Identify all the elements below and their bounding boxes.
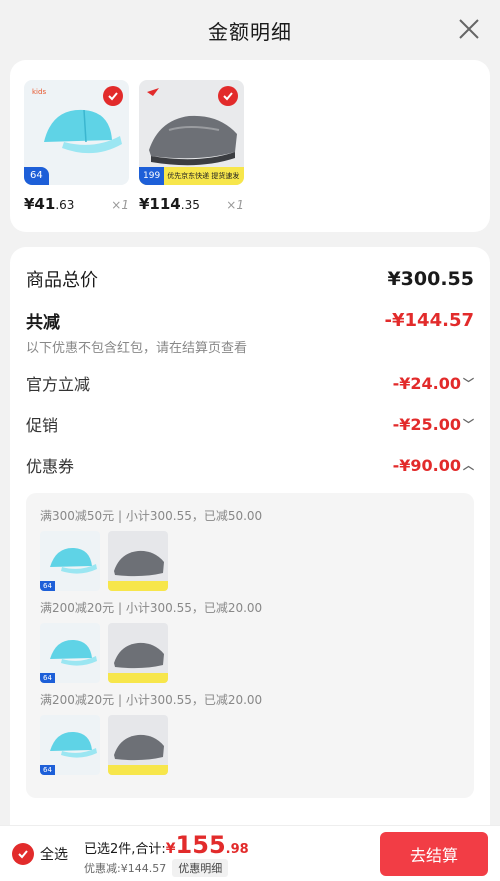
total-amount: 155: [175, 830, 226, 859]
header: 金额明细: [0, 0, 500, 60]
product-item-cap[interactable]: kids 64 ¥41.63 ×1: [24, 80, 129, 232]
cap-thumbnail: 64: [40, 715, 100, 775]
discount-detail-button[interactable]: 优惠明细: [172, 858, 229, 877]
select-all-label[interactable]: 全选: [40, 844, 68, 864]
svg-text:kids: kids: [32, 88, 46, 96]
product-price: ¥114.35: [139, 195, 200, 213]
coupon-detail-box: 满300减50元 | 小计300.55，已减50.00 64 满200减20元 …: [26, 493, 474, 798]
page-title: 金额明细: [208, 19, 292, 44]
selected-count: 已选2件,合计:: [84, 841, 166, 857]
product-list: kids 64 ¥41.63 ×1 199 优先京东快递 提货速发 ¥114.3…: [10, 60, 490, 232]
coupon-products: 64: [40, 623, 460, 683]
product-check-icon[interactable]: [103, 86, 123, 106]
coupon-row[interactable]: 优惠券 -¥90.00 ︿: [26, 451, 474, 479]
coupon-title: 满200减20元 | 小计300.55，已减20.00: [40, 601, 263, 615]
product-qty: ×1: [111, 198, 129, 212]
amount-detail-card: 商品总价 ¥300.55 共减 -¥144.57 以下优惠不包含红包，请在结算页…: [10, 247, 490, 867]
coupon-title: 满200减20元 | 小计300.55，已减20.00: [40, 693, 263, 707]
product-price: ¥41.63: [24, 195, 75, 213]
chevron-down-icon: ﹀: [463, 377, 474, 390]
cap-thumbnail: 64: [40, 623, 100, 683]
coupon-products: 64: [40, 715, 460, 775]
total-row: 商品总价 ¥300.55: [26, 268, 474, 291]
checkout-button[interactable]: 去结算: [380, 831, 488, 876]
discount-total: 优惠减:¥144.57: [84, 861, 167, 875]
coupon-products: 64: [40, 531, 460, 591]
product-item-shoe[interactable]: 199 优先京东快递 提货速发 ¥114.35 ×1: [139, 80, 244, 232]
shipping-strip: 199 优先京东快递 提货速发: [139, 167, 244, 185]
product-check-icon[interactable]: [218, 86, 238, 106]
shoe-thumbnail: [108, 715, 168, 775]
order-sum: 已选2件,合计: ¥ 155 .98 优惠减:¥144.57 优惠明细: [84, 830, 249, 877]
chevron-down-icon: ﹀: [463, 418, 474, 431]
discount-note: 以下优惠不包含红包，请在结算页查看: [26, 341, 248, 356]
coupon-title: 满300减50元 | 小计300.55，已减50.00: [40, 509, 263, 523]
select-all-check-icon[interactable]: [12, 842, 34, 865]
checkout-bar: 全选 已选2件,合计: ¥ 155 .98 优惠减:¥144.57 优惠明细 去…: [0, 825, 500, 881]
product-qty: ×1: [226, 198, 244, 212]
cap-thumbnail: 64: [40, 531, 100, 591]
shoe-thumbnail: [108, 531, 168, 591]
shoe-thumbnail: [108, 623, 168, 683]
reduce-row: 共减 -¥144.57: [26, 309, 474, 333]
promotion-row[interactable]: 促销 -¥25.00 ﹀: [26, 410, 474, 438]
price-badge: 64: [24, 167, 49, 185]
chevron-up-icon: ︿: [463, 459, 474, 472]
close-icon[interactable]: [456, 16, 482, 42]
official-discount-row[interactable]: 官方立减 -¥24.00 ﹀: [26, 369, 474, 397]
product-image-cap: kids 64: [24, 80, 129, 185]
product-image-shoe: 199 优先京东快递 提货速发: [139, 80, 244, 185]
